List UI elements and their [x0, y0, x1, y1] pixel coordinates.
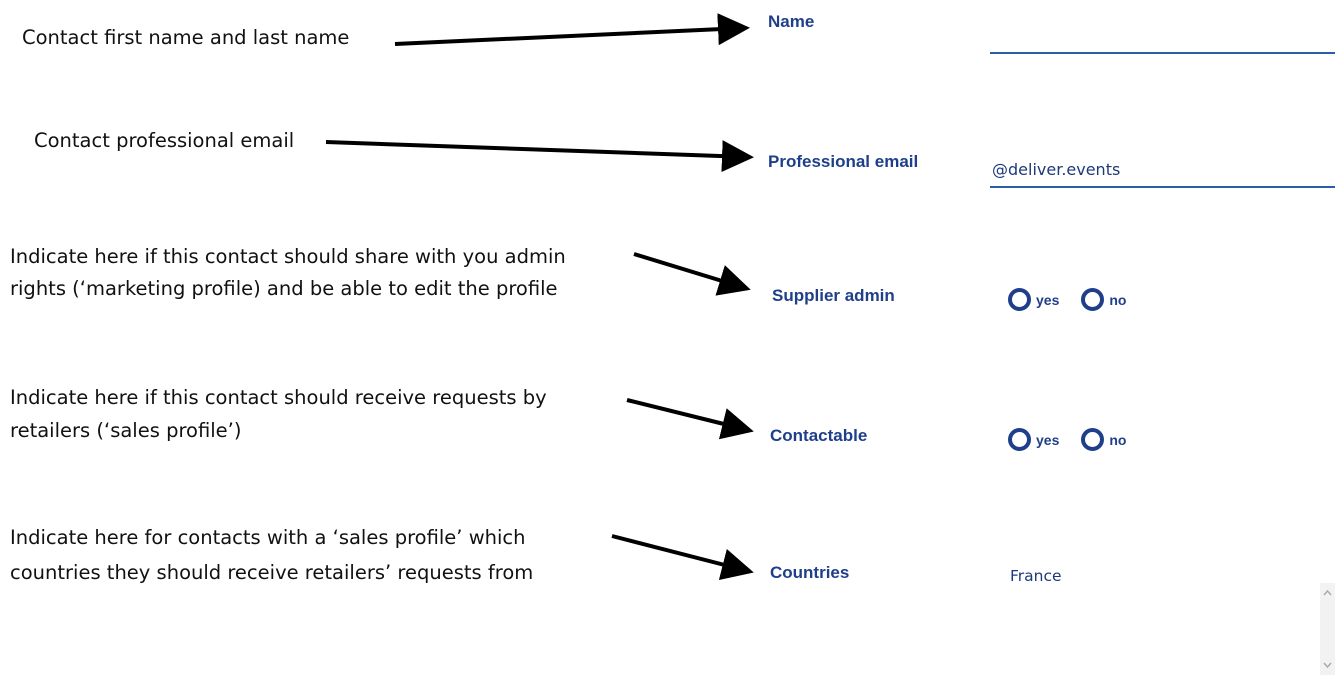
supplier-admin-radio-group: yes no: [1008, 288, 1126, 311]
arrow-email: [325, 140, 754, 173]
radio-circle-icon: [1008, 428, 1031, 451]
radio-circle-icon: [1081, 288, 1105, 311]
supplier-admin-no-radio[interactable]: no: [1081, 288, 1126, 311]
countries-scrollbar[interactable]: [1320, 583, 1335, 675]
radio-label-no: no: [1109, 431, 1127, 448]
supplier-admin-yes-radio[interactable]: yes: [1008, 288, 1059, 311]
name-input[interactable]: [990, 24, 1335, 54]
contactable-label: Contactable: [770, 426, 868, 445]
radio-label-yes: yes: [1036, 431, 1060, 448]
annotation-arrows: [325, 13, 754, 581]
name-label: Name: [768, 12, 815, 31]
arrow-countries: [611, 534, 754, 581]
supplier-admin-label: Supplier admin: [772, 286, 895, 305]
professional-email-input[interactable]: [990, 155, 1335, 188]
countries-label: Countries: [770, 563, 850, 582]
contactable-yes-radio[interactable]: yes: [1008, 428, 1059, 451]
arrow-contactable: [626, 398, 754, 440]
radio-circle-icon: [1008, 288, 1031, 311]
contactable-radio-group: yes no: [1008, 428, 1126, 451]
scroll-down-arrow-icon[interactable]: [1322, 659, 1333, 671]
radio-label-no: no: [1109, 291, 1127, 308]
radio-label-yes: yes: [1036, 291, 1060, 308]
countries-value[interactable]: France: [1010, 567, 1062, 585]
arrow-admin: [633, 252, 751, 296]
scroll-up-arrow-icon[interactable]: [1322, 587, 1333, 599]
contactable-no-radio[interactable]: no: [1081, 428, 1126, 451]
email-label: Professional email: [768, 152, 919, 171]
radio-circle-icon: [1081, 428, 1105, 451]
arrow-name: [394, 13, 750, 46]
